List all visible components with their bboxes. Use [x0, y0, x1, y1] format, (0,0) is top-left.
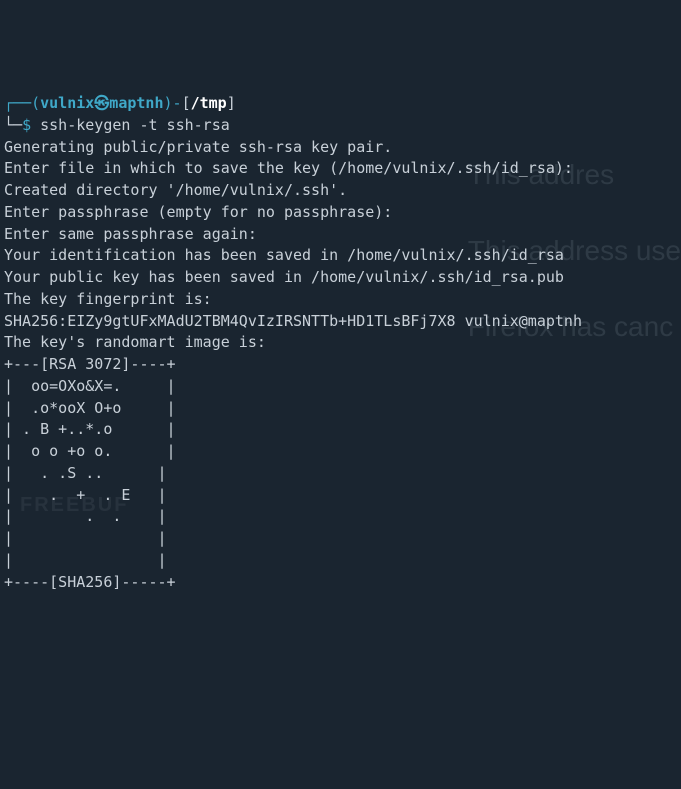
prompt-dash-mid: )-	[164, 94, 182, 112]
path-bracket-open: [	[182, 94, 191, 112]
randomart-border-top: +---[RSA 3072]----+	[4, 354, 677, 376]
randomart-line: | . . |	[4, 506, 677, 528]
randomart-line: | |	[4, 550, 677, 572]
output-line: Generating public/private ssh-rsa key pa…	[4, 137, 677, 159]
randomart-border-bottom: +----[SHA256]-----+	[4, 572, 677, 594]
output-line: Created directory '/home/vulnix/.ssh'.	[4, 180, 677, 202]
output-line: The key fingerprint is:	[4, 289, 677, 311]
randomart-line: | oo=OXo&X=. |	[4, 376, 677, 398]
randomart-line: | . .S .. |	[4, 463, 677, 485]
output-line: SHA256:EIZy9gtUFxMAdU2TBM4QvIzIRSNTTb+HD…	[4, 311, 677, 333]
output-line: Your public key has been saved in /home/…	[4, 267, 677, 289]
prompt-dash-open: ┌──(	[4, 94, 40, 112]
prompt-user-host: vulnix㉿maptnh	[40, 94, 163, 112]
randomart-line: | o o +o o. |	[4, 441, 677, 463]
prompt-dollar: $	[22, 116, 31, 134]
output-line: Enter same passphrase again:	[4, 224, 677, 246]
randomart-line: | .o*ooX O+o |	[4, 398, 677, 420]
prompt-line-2[interactable]: └─$ ssh-keygen -t ssh-rsa	[4, 115, 677, 137]
randomart-line: | . B +..*.o |	[4, 419, 677, 441]
output-line: Enter file in which to save the key (/ho…	[4, 158, 677, 180]
path-bracket-close: ]	[227, 94, 236, 112]
prompt-arrow: └─	[4, 116, 22, 134]
randomart-line: | |	[4, 528, 677, 550]
output-line: Your identification has been saved in /h…	[4, 245, 677, 267]
output-line: The key's randomart image is:	[4, 332, 677, 354]
randomart-line: | . + . E |	[4, 485, 677, 507]
output-line: Enter passphrase (empty for no passphras…	[4, 202, 677, 224]
prompt-line-1: ┌──(vulnix㉿maptnh)-[/tmp]	[4, 93, 677, 115]
prompt-path: /tmp	[191, 94, 227, 112]
command-text: ssh-keygen -t ssh-rsa	[31, 116, 230, 134]
